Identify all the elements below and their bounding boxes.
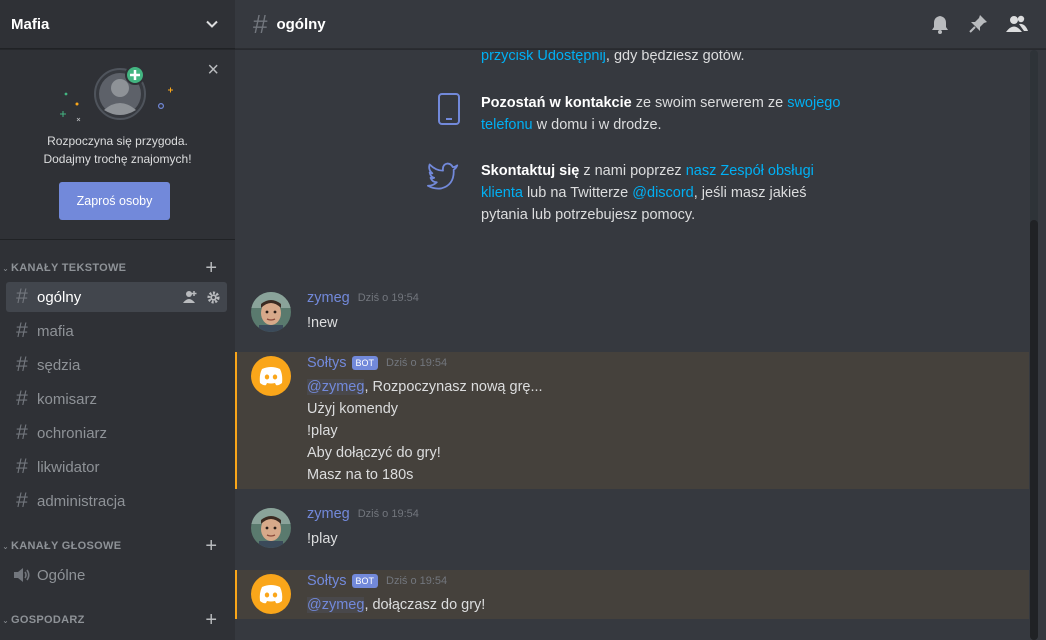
gear-icon[interactable]: [207, 290, 220, 304]
twitter-link[interactable]: @discord: [632, 185, 693, 201]
hash-icon: #: [16, 387, 28, 410]
messages-scroller[interactable]: przycisk Udostępnij, gdy będziesz gotów.…: [235, 50, 1046, 640]
pin-icon[interactable]: [968, 14, 988, 34]
channel-komisarz[interactable]: # komisarz: [6, 384, 227, 414]
message-highlighted: Sołtys BOT Dziś o 19:54 @zymeg, dołączas…: [235, 570, 1029, 619]
hash-icon: #: [16, 455, 28, 478]
server-header[interactable]: Mafia: [0, 0, 235, 49]
invite-user-icon[interactable]: [183, 290, 199, 304]
add-channel-icon[interactable]: +: [205, 258, 217, 278]
invite-card: × Rozpoczyna się przygoda. Dodajmy troch…: [0, 50, 235, 240]
channel-name: sędzia: [37, 356, 81, 374]
channel-ochroniarz[interactable]: # ochroniarz: [6, 418, 227, 448]
close-icon[interactable]: ×: [207, 60, 219, 80]
channel-name: komisarz: [37, 390, 98, 408]
invite-people-button[interactable]: Zaproś osoby: [59, 182, 170, 220]
category-host[interactable]: ⌄ GOSPODARZ +: [0, 610, 235, 630]
server-name: Mafia: [11, 15, 50, 33]
bot-badge: BOT: [351, 356, 379, 370]
hash-icon: #: [16, 353, 28, 376]
channel-name: Ogólne: [37, 566, 86, 584]
channel-sedzia[interactable]: # sędzia: [6, 350, 227, 380]
user-mention[interactable]: @zymeg: [307, 597, 365, 613]
username[interactable]: zymeg: [307, 290, 350, 306]
chat-area: # ogólny przycisk Udostępnij, gdy będzie…: [235, 0, 1046, 640]
channel-ogolny[interactable]: # ogólny: [6, 282, 227, 312]
category-arrow-icon: ⌄: [2, 615, 9, 625]
message-highlighted: Sołtys BOT Dziś o 19:54 @zymeg, Rozpoczy…: [235, 352, 1029, 489]
scrollbar-thumb[interactable]: [1030, 220, 1038, 640]
share-link[interactable]: przycisk Udostępnij: [481, 50, 606, 64]
speaker-icon: [11, 567, 33, 583]
avatar[interactable]: [251, 508, 291, 548]
channel-title: ogólny: [276, 15, 326, 33]
twitter-icon: [427, 162, 459, 190]
voice-channel-ogolne[interactable]: Ogólne: [6, 560, 227, 590]
channel-header: # ogólny: [235, 0, 1046, 49]
chevron-down-icon[interactable]: [203, 15, 221, 33]
hash-icon: #: [253, 9, 268, 39]
message: zymeg Dziś o 19:54 !new: [235, 286, 1029, 344]
user-mention[interactable]: @zymeg: [307, 379, 365, 395]
hash-icon: #: [16, 489, 28, 512]
invite-text: Rozpoczyna się przygoda. Dodajmy trochę …: [43, 134, 192, 166]
channel-mafia[interactable]: # mafia: [6, 316, 227, 346]
category-label: KANAŁY TEKSTOWE: [11, 262, 127, 274]
hash-icon: #: [16, 285, 28, 308]
bell-icon[interactable]: [930, 14, 950, 34]
category-label: GOSPODARZ: [11, 614, 85, 626]
channel-name: likwidator: [37, 458, 100, 476]
timestamp: Dziś o 19:54: [386, 357, 448, 369]
channel-administracja[interactable]: # administracja: [6, 486, 227, 516]
channel-sidebar: Mafia × Rozpoczyna się przygoda. Dodajmy…: [0, 0, 235, 640]
channel-name: mafia: [37, 322, 74, 340]
category-arrow-icon: ⌄: [2, 541, 9, 551]
timestamp: Dziś o 19:54: [386, 575, 448, 587]
avatar[interactable]: [251, 292, 291, 332]
add-channel-icon[interactable]: +: [205, 536, 217, 556]
add-channel-icon[interactable]: +: [205, 610, 217, 630]
hash-icon: #: [16, 421, 28, 444]
category-arrow-icon: ⌄: [2, 263, 9, 273]
members-icon[interactable]: [1006, 14, 1028, 34]
hash-icon: #: [16, 319, 28, 342]
mobile-tip-title: Pozostań w kontakcie: [481, 95, 632, 111]
message-content: !new: [307, 315, 338, 331]
username[interactable]: Sołtys: [307, 355, 347, 371]
share-icon: [427, 50, 459, 58]
category-label: KANAŁY GŁOSOWE: [11, 540, 122, 552]
message-content: @zymeg, dołączasz do gry!: [307, 597, 486, 613]
username[interactable]: Sołtys: [307, 573, 347, 589]
friends-illustration-icon: [60, 65, 173, 122]
message-content: !play: [307, 531, 338, 547]
category-voice-channels[interactable]: ⌄ KANAŁY GŁOSOWE +: [0, 536, 235, 556]
bot-badge: BOT: [351, 574, 379, 588]
category-text-channels[interactable]: ⌄ KANAŁY TEKSTOWE +: [0, 258, 235, 278]
timestamp: Dziś o 19:54: [357, 508, 419, 520]
bot-avatar[interactable]: [251, 356, 291, 396]
phone-icon: [438, 93, 460, 125]
channel-name: administracja: [37, 492, 126, 510]
channel-name: ochroniarz: [37, 424, 108, 442]
channel-likwidator[interactable]: # likwidator: [6, 452, 227, 482]
message: zymeg Dziś o 19:54 !play: [235, 502, 1029, 560]
message-content: @zymeg, Rozpoczynasz nową grę... Użyj ko…: [307, 379, 543, 483]
channel-name: ogólny: [37, 288, 82, 306]
timestamp: Dziś o 19:54: [357, 292, 419, 304]
twitter-tip-title: Skontaktuj się: [481, 163, 580, 179]
bot-avatar[interactable]: [251, 574, 291, 614]
username[interactable]: zymeg: [307, 506, 350, 522]
